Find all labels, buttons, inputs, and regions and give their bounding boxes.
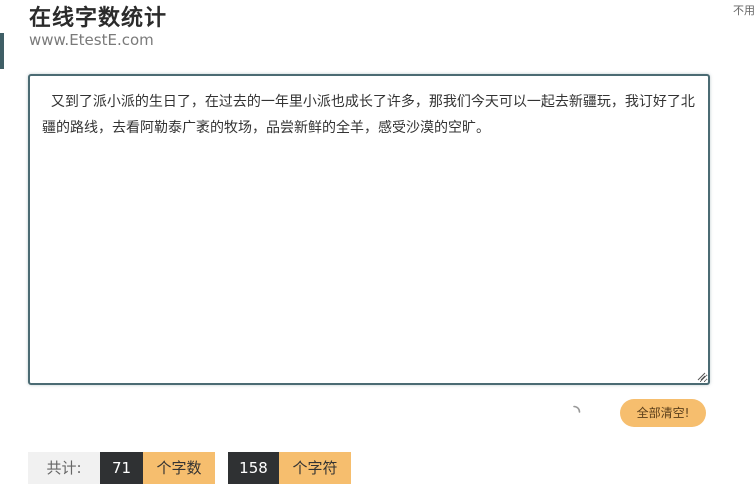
symbol-count-value: 158 [228, 452, 279, 484]
loading-spinner-icon [573, 405, 581, 413]
symbol-count-unit: 个字符 [279, 452, 351, 484]
char-count-unit: 个字数 [143, 452, 215, 484]
clear-all-button[interactable]: 全部清空! [620, 399, 706, 427]
total-label: 共计: [28, 452, 100, 484]
resize-grip-icon[interactable] [697, 372, 706, 381]
text-input-area[interactable]: 又到了派小派的生日了，在过去的一年里小派也成长了许多，那我们今天可以一起去新疆玩… [28, 74, 710, 385]
page-title: 在线字数统计 [29, 6, 168, 31]
corner-hint: 不用 [733, 4, 755, 17]
site-url[interactable]: www.EtestE.com [29, 31, 154, 49]
text-input-content[interactable]: 又到了派小派的生日了，在过去的一年里小派也成长了许多，那我们今天可以一起去新疆玩… [42, 89, 696, 141]
left-accent-bar [0, 33, 4, 69]
char-count-value: 71 [100, 452, 143, 484]
